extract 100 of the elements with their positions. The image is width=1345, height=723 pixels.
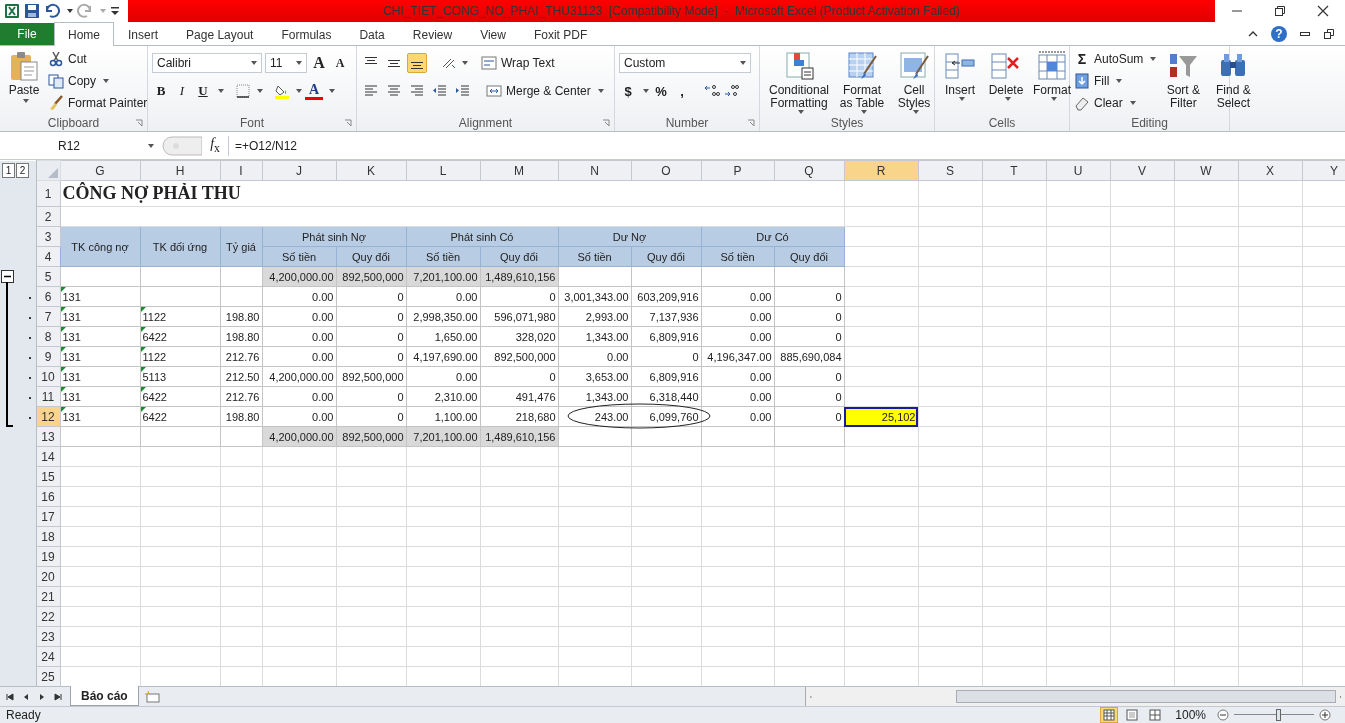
styles-button[interactable]: Conditional Formatting	[764, 50, 834, 114]
formula-input[interactable]: =+O12/N12	[228, 135, 1345, 156]
insert-function-button[interactable]: f$_{x}$	[202, 136, 228, 155]
grow-font-button[interactable]: A	[310, 53, 328, 73]
insert-sheet-icon[interactable]	[144, 690, 161, 703]
caret-icon[interactable]	[643, 89, 649, 93]
decrease-decimal-icon[interactable]	[723, 83, 739, 99]
sheet-tab[interactable]: Báo cáo	[70, 686, 139, 706]
sort-filter-button[interactable]: Sort & Filter	[1160, 50, 1207, 110]
column-header[interactable]: I	[239, 163, 243, 178]
column-header[interactable]: L	[439, 163, 447, 178]
error-indicator-icon[interactable]	[61, 307, 66, 312]
column-header[interactable]: P	[733, 163, 742, 178]
column-header[interactable]: W	[1200, 163, 1212, 178]
fill-color-icon[interactable]	[274, 83, 290, 99]
column-header[interactable]: K	[367, 163, 375, 178]
autosum-button[interactable]: Σ AutoSum	[1074, 50, 1157, 68]
merge-center-button[interactable]: Merge & Center	[486, 82, 604, 100]
column-header[interactable]: X	[1266, 163, 1274, 178]
shrink-font-button[interactable]: A	[331, 53, 349, 73]
align-right-icon[interactable]	[409, 83, 425, 99]
fill-button[interactable]: Fill	[1074, 72, 1157, 90]
cells-button[interactable]: Delete	[985, 50, 1027, 101]
bold-button[interactable]: B	[152, 81, 170, 101]
caret-icon[interactable]	[296, 89, 302, 93]
error-indicator-icon[interactable]	[61, 347, 66, 352]
column-header[interactable]: U	[1073, 163, 1083, 178]
ribbon-tab[interactable]: Home	[54, 22, 114, 46]
excel-logo-icon[interactable]	[4, 3, 20, 19]
align-center-icon[interactable]	[386, 83, 402, 99]
error-indicator-icon[interactable]	[61, 407, 66, 412]
increase-decimal-icon[interactable]	[704, 83, 720, 99]
error-indicator-icon[interactable]	[141, 387, 146, 392]
dialog-launcher-icon[interactable]	[344, 119, 352, 127]
currency-button[interactable]: $	[619, 81, 637, 101]
column-header[interactable]: V	[1138, 163, 1146, 178]
slider-thumb[interactable]	[1276, 709, 1281, 721]
font-size-dropdown[interactable]: 11	[265, 53, 307, 73]
font-family-dropdown[interactable]: Calibri	[152, 53, 262, 73]
copy-button[interactable]: Copy	[48, 72, 148, 90]
error-indicator-icon[interactable]	[141, 367, 146, 372]
restore-icon[interactable]	[1274, 5, 1286, 17]
error-indicator-icon[interactable]	[61, 327, 66, 332]
column-header[interactable]: S	[946, 163, 954, 178]
restore-icon[interactable]	[1323, 28, 1335, 40]
caret-icon[interactable]	[329, 89, 335, 93]
underline-button[interactable]: U	[194, 81, 212, 101]
previous-sheet-icon[interactable]	[22, 692, 30, 701]
collapse-icon[interactable]	[1, 269, 14, 283]
ribbon-tab[interactable]: Page Layout	[172, 23, 268, 45]
caret-icon[interactable]	[67, 9, 73, 13]
column-header[interactable]: Y	[1330, 163, 1338, 178]
ribbon-tab[interactable]: Data	[345, 23, 399, 45]
column-header[interactable]: R	[876, 163, 886, 178]
column-header[interactable]: T	[1010, 163, 1018, 178]
cut-button[interactable]: Cut	[48, 50, 148, 68]
paste-button[interactable]: Paste	[4, 50, 44, 103]
percent-button[interactable]: %	[652, 81, 670, 101]
column-header[interactable]: N	[590, 163, 599, 178]
caret-icon[interactable]	[257, 89, 263, 93]
ribbon-tab[interactable]: Insert	[114, 23, 173, 45]
error-indicator-icon[interactable]	[61, 367, 66, 372]
number-format-dropdown[interactable]: Custom	[619, 53, 751, 73]
file-tab[interactable]: File	[0, 23, 54, 45]
row-header[interactable]: 1	[44, 186, 52, 201]
styles-button[interactable]: Cell Styles	[890, 50, 938, 114]
view-button[interactable]	[1100, 707, 1119, 723]
name-box[interactable]: R12	[8, 135, 158, 156]
ribbon-tab[interactable]: Review	[398, 23, 467, 45]
caret-icon[interactable]	[218, 89, 224, 93]
wrap-text-button[interactable]: Wrap Text	[481, 54, 555, 72]
ribbon-tab[interactable]: Foxit PDF	[519, 23, 602, 45]
ribbon-tab[interactable]: View	[466, 23, 520, 45]
comma-style-button[interactable]: ,	[673, 81, 691, 101]
next-sheet-icon[interactable]	[38, 692, 46, 701]
column-header[interactable]: M	[514, 163, 524, 178]
column-header[interactable]: H	[175, 163, 185, 178]
italic-button[interactable]: I	[173, 81, 191, 101]
first-sheet-icon[interactable]	[6, 692, 14, 701]
undo-icon[interactable]	[44, 3, 60, 19]
horizontal-scrollbar[interactable]	[805, 687, 1345, 706]
error-indicator-icon[interactable]	[61, 287, 66, 292]
column-header[interactable]: G	[95, 163, 105, 178]
customize-toolbar-icon[interactable]	[110, 6, 120, 16]
clear-button[interactable]: Clear	[1074, 94, 1157, 112]
error-indicator-icon[interactable]	[141, 327, 146, 332]
zoom-in-icon[interactable]	[1319, 709, 1331, 721]
outline-level-button[interactable]: 1	[2, 163, 15, 178]
align-left-icon[interactable]	[363, 83, 379, 99]
dialog-launcher-icon[interactable]	[747, 119, 755, 127]
outline-level-button[interactable]: 2	[16, 163, 29, 178]
expand-handle-icon[interactable]	[162, 135, 202, 156]
decrease-indent-icon[interactable]	[432, 83, 448, 99]
error-indicator-icon[interactable]	[141, 307, 146, 312]
borders-icon[interactable]	[235, 83, 251, 99]
zoom-out-icon[interactable]	[1217, 709, 1229, 721]
format-painter-button[interactable]: Format Painter	[48, 94, 148, 112]
last-sheet-icon[interactable]	[54, 692, 62, 701]
error-indicator-icon[interactable]	[61, 387, 66, 392]
close-icon[interactable]	[1317, 5, 1330, 17]
